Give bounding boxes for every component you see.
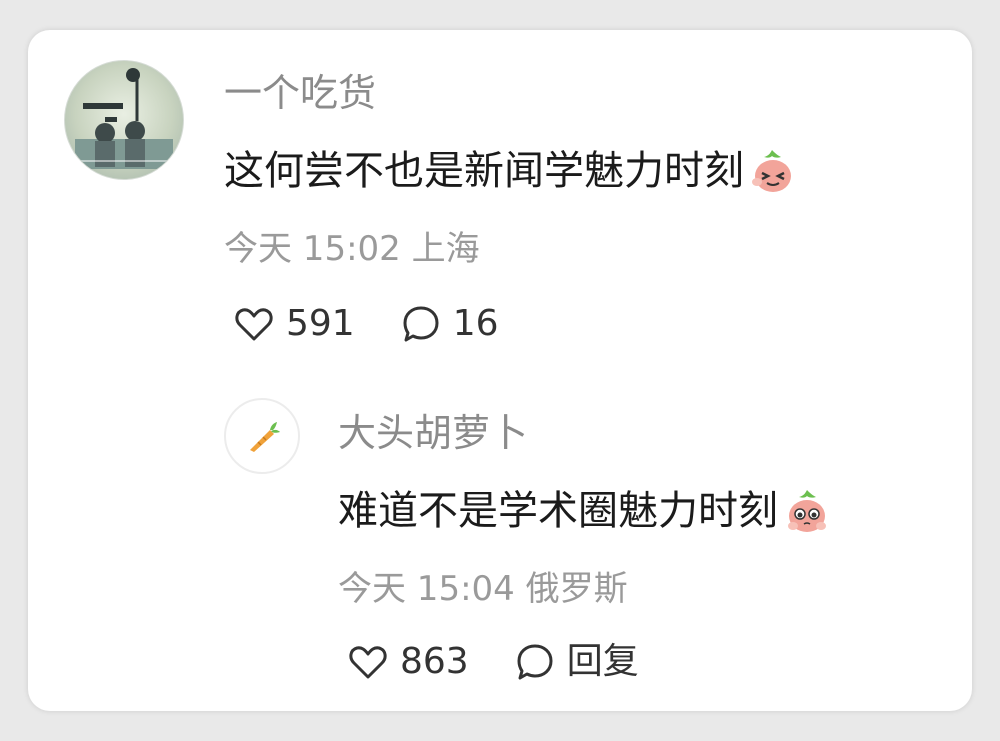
user-avatar[interactable]	[64, 60, 184, 180]
reply-like-button[interactable]: 863	[346, 640, 469, 684]
comment-actions: 591 16	[232, 302, 499, 346]
reply-actions: 863 回复	[346, 640, 639, 684]
carrot-icon	[250, 422, 280, 452]
comment-thread-card: 一个吃货 这何尝不也是新闻学魅力时刻 今天 15:02 上海 591 16 大头…	[28, 30, 972, 711]
reply-location: 俄罗斯	[525, 569, 628, 609]
comment-meta: 今天 15:02 上海	[224, 228, 480, 270]
carrot-wink-emoji-icon	[748, 146, 798, 196]
heart-icon	[346, 640, 390, 684]
comment-text: 这何尝不也是新闻学魅力时刻	[224, 146, 798, 196]
heart-icon	[232, 302, 276, 346]
reply-time: 今天 15:04	[338, 569, 515, 609]
reply-button[interactable]: 回复	[513, 640, 639, 684]
comment-bubble-icon	[513, 640, 557, 684]
comment-time: 今天 15:02	[224, 229, 401, 269]
comment-bubble-icon	[399, 302, 443, 346]
reply-user-avatar[interactable]	[224, 398, 300, 474]
reply-username[interactable]: 大头胡萝卜	[338, 410, 528, 456]
reply-text: 难道不是学术圈魅力时刻	[338, 486, 832, 536]
reply-button-label: 回复	[566, 641, 639, 682]
like-count: 591	[286, 303, 355, 344]
carrot-pleading-emoji-icon	[782, 486, 832, 536]
reply-count-button[interactable]: 16	[399, 302, 499, 346]
reply-meta: 今天 15:04 俄罗斯	[338, 568, 628, 610]
comment-username[interactable]: 一个吃货	[224, 70, 376, 116]
like-button[interactable]: 591	[232, 302, 355, 346]
comment-text-body: 这何尝不也是新闻学魅力时刻	[224, 148, 744, 194]
reply-like-count: 863	[400, 641, 469, 682]
reply-count: 16	[452, 303, 499, 344]
comment-location: 上海	[411, 229, 480, 269]
avatar-photo-icon	[73, 68, 175, 169]
reply-text-body: 难道不是学术圈魅力时刻	[338, 488, 778, 534]
